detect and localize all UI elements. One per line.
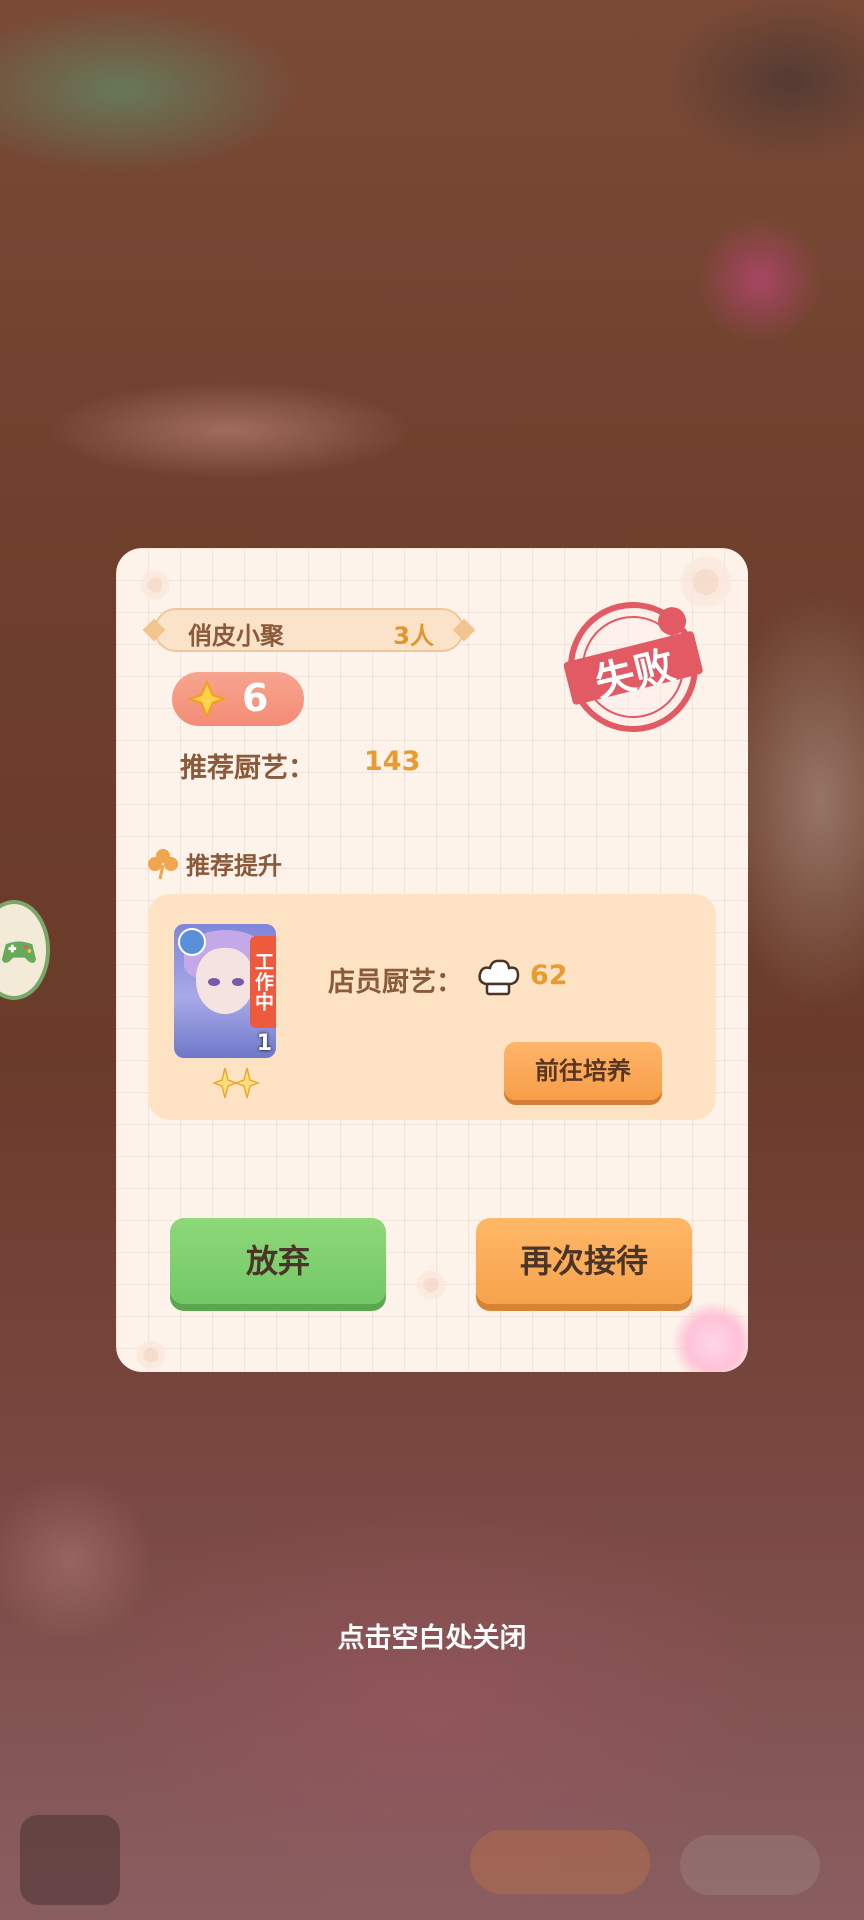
cat-paw-decoration	[672, 1300, 748, 1372]
staff-star-rating	[212, 1066, 260, 1100]
difficulty-level-value: 6	[242, 676, 269, 720]
customer-group-name: 俏皮小聚	[188, 622, 284, 650]
section-title: 推荐提升	[186, 852, 282, 880]
flower-decoration	[676, 552, 736, 612]
recommended-cooking-value: 143	[364, 746, 421, 777]
customer-group-pill: 俏皮小聚 3人	[154, 608, 464, 652]
diamond-icon	[188, 680, 226, 718]
gamepad-icon	[1, 941, 37, 963]
section-header: 推荐提升	[146, 846, 282, 881]
star-icon	[234, 1067, 260, 1099]
tap-blank-to-close-hint: 点击空白处关闭	[337, 1623, 527, 1654]
background-bottom-button	[680, 1835, 820, 1895]
flower-decoration	[134, 1338, 168, 1372]
retry-reception-button[interactable]: 再次接待	[476, 1218, 692, 1304]
customer-count: 3人	[393, 622, 434, 650]
go-train-button[interactable]: 前往培养	[504, 1042, 662, 1100]
background-bottom-button	[470, 1830, 650, 1894]
working-status-tag: 工作中	[250, 936, 276, 1028]
staff-cooking-value: 62	[530, 960, 568, 991]
chef-hat-icon	[478, 959, 520, 996]
difficulty-level-pill: 6	[172, 672, 304, 726]
flower-decoration	[414, 1268, 448, 1302]
fail-stamp: 失败	[554, 588, 712, 746]
staff-avatar[interactable]: 工作中 1	[174, 924, 276, 1058]
staff-promotion-card: 工作中 1 店员厨艺： 62 前往培养	[148, 894, 716, 1120]
staff-cooking-label: 店员厨艺：	[328, 967, 463, 998]
background-menu-icon	[20, 1815, 120, 1905]
flower-decoration	[138, 568, 172, 602]
avatar-eye	[232, 978, 244, 986]
recommended-cooking-label: 推荐厨艺：	[180, 753, 315, 784]
staff-level: 1	[256, 1031, 272, 1056]
sun-badge-icon	[178, 928, 206, 956]
clover-icon	[148, 848, 178, 879]
abandon-button[interactable]: 放弃	[170, 1218, 386, 1304]
avatar-eye	[208, 978, 220, 986]
order-result-dialog: 俏皮小聚 3人 6 推荐厨艺： 143 失败 推荐提升 工作中 1 店员厨艺： …	[116, 548, 748, 1372]
avatar-face	[196, 948, 254, 1014]
